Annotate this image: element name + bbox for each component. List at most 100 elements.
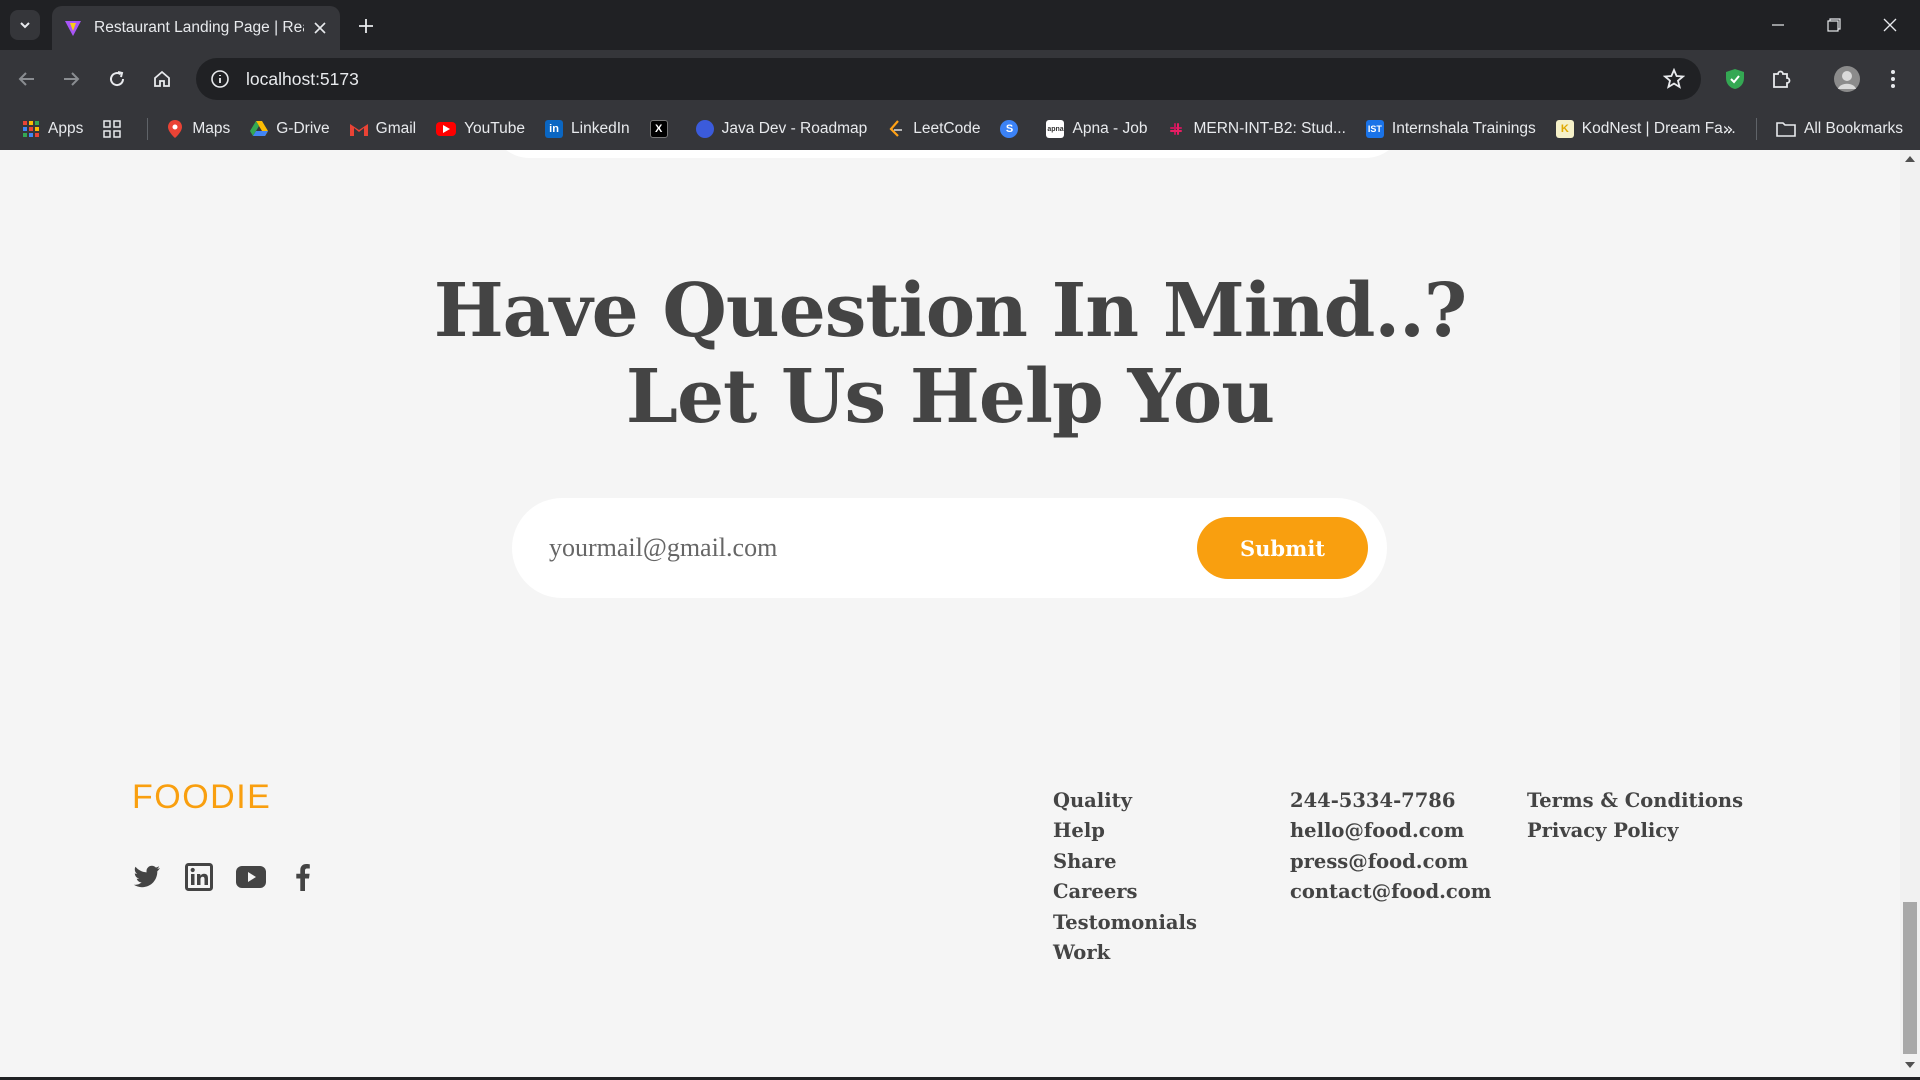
reload-button[interactable]: [102, 64, 132, 94]
close-icon: [1883, 18, 1897, 32]
bookmark-mern[interactable]: MERN-INT-B2: Stud...: [1167, 120, 1346, 138]
scroll-down-arrow-icon[interactable]: [1905, 1062, 1915, 1068]
newsletter-form: Submit: [512, 498, 1387, 598]
footer-logo[interactable]: FOODIE: [132, 778, 271, 817]
home-icon: [154, 70, 170, 87]
minimize-icon: [1772, 24, 1784, 26]
linkedin-icon[interactable]: [184, 862, 214, 892]
home-button[interactable]: [147, 64, 177, 94]
footer-link-share[interactable]: Share: [1053, 847, 1197, 877]
bookmark-gmail[interactable]: Gmail: [349, 120, 416, 138]
footer-legal: Terms & Conditions Privacy Policy: [1527, 786, 1743, 847]
puzzle-icon: [1773, 70, 1791, 88]
submit-button[interactable]: Submit: [1197, 517, 1368, 579]
shield-icon: [1726, 69, 1744, 89]
active-tab[interactable]: Restaurant Landing Page | React: [52, 6, 340, 50]
bookmark-apps[interactable]: Apps: [22, 120, 83, 138]
footer-link-work[interactable]: Work: [1053, 938, 1197, 968]
tab-search-button[interactable]: [10, 10, 40, 40]
roadmap-icon: [695, 120, 714, 138]
x-icon: X: [649, 120, 668, 138]
folder-icon: [1776, 122, 1796, 137]
bookmark-kodnest[interactable]: K KodNest | Dream Fa...: [1555, 120, 1736, 138]
kebab-menu-icon: [1891, 70, 1895, 88]
bookmark-grid[interactable]: [103, 120, 129, 138]
youtube-icon: [436, 122, 457, 136]
kodnest-icon: K: [1555, 120, 1574, 138]
bookmark-java-roadmap[interactable]: Java Dev - Roadmap: [695, 120, 867, 138]
shield-extension-button[interactable]: [1720, 64, 1750, 94]
heading-line-1: Have Question In Mind..?: [433, 268, 1468, 354]
close-tab-icon[interactable]: [310, 18, 330, 38]
footer-link-terms[interactable]: Terms & Conditions: [1527, 786, 1743, 816]
bookmarks-bar: Apps Maps G-Drive Gmail YouTube in Linke…: [0, 108, 1920, 150]
back-arrow-icon: [18, 72, 34, 86]
scrollbar-thumb[interactable]: [1903, 902, 1917, 1054]
more-bookmarks-button[interactable]: »: [1716, 117, 1740, 141]
s-icon: S: [1000, 120, 1019, 138]
tab-strip: Restaurant Landing Page | React: [0, 0, 1920, 50]
email-input[interactable]: [549, 533, 1159, 563]
forward-arrow-icon: [64, 72, 80, 86]
site-info-icon[interactable]: [208, 67, 232, 91]
footer-email-press[interactable]: press@food.com: [1290, 847, 1491, 877]
bookmark-separator: [1756, 118, 1757, 140]
footer-link-help[interactable]: Help: [1053, 816, 1197, 846]
profile-button[interactable]: [1832, 64, 1862, 94]
browser-toolbar: localhost:5173: [0, 50, 1920, 108]
forward-button[interactable]: [56, 64, 86, 94]
back-button[interactable]: [12, 64, 42, 94]
leetcode-icon: [887, 120, 905, 138]
drive-icon: [250, 120, 269, 138]
bookmark-gdrive[interactable]: G-Drive: [250, 120, 330, 138]
facebook-icon[interactable]: [288, 862, 318, 892]
bookmark-star-icon[interactable]: [1663, 68, 1685, 90]
twitter-icon[interactable]: [132, 862, 162, 892]
minimize-button[interactable]: [1750, 0, 1806, 50]
bookmark-youtube[interactable]: YouTube: [436, 120, 525, 138]
bookmark-internshala[interactable]: IST Internshala Trainings: [1365, 120, 1536, 138]
maps-icon: [166, 120, 184, 138]
apps-grid-icon: [22, 120, 40, 138]
all-bookmarks-button[interactable]: All Bookmarks: [1756, 108, 1903, 150]
restore-icon: [1827, 18, 1841, 32]
ist-icon: IST: [1365, 120, 1384, 138]
footer-link-privacy[interactable]: Privacy Policy: [1527, 816, 1743, 846]
bookmark-separator: [147, 118, 149, 140]
footer-link-testimonials[interactable]: Testomonials: [1053, 908, 1197, 938]
bookmark-linkedin[interactable]: in LinkedIn: [545, 120, 630, 138]
bookmark-maps[interactable]: Maps: [166, 120, 230, 138]
bookmark-leetcode[interactable]: LeetCode: [887, 120, 980, 138]
social-links: [132, 862, 340, 892]
menu-button[interactable]: [1878, 64, 1908, 94]
plus-icon: [359, 19, 373, 33]
close-window-button[interactable]: [1862, 0, 1918, 50]
vite-favicon-icon: [65, 21, 81, 36]
extensions-button[interactable]: [1766, 64, 1796, 94]
youtube-icon[interactable]: [236, 862, 266, 892]
footer-email-hello[interactable]: hello@food.com: [1290, 816, 1491, 846]
reload-icon: [110, 71, 125, 87]
bookmark-s[interactable]: S: [1000, 120, 1026, 138]
restore-button[interactable]: [1806, 0, 1862, 50]
address-bar[interactable]: localhost:5173: [196, 58, 1701, 100]
heading-line-2: Let Us Help You: [625, 354, 1275, 440]
footer-phone[interactable]: 244-5334-7786: [1290, 786, 1491, 816]
footer-links-company: Quality Help Share Careers Testomonials …: [1053, 786, 1197, 968]
page-scrollbar[interactable]: [1900, 150, 1920, 1077]
footer-link-careers[interactable]: Careers: [1053, 877, 1197, 907]
chevron-down-icon: [20, 22, 30, 29]
scroll-up-arrow-icon[interactable]: [1905, 156, 1915, 162]
bookmark-x[interactable]: X: [649, 120, 676, 138]
gmail-icon: [349, 120, 368, 138]
bookmark-apna[interactable]: apna Apna - Job: [1046, 120, 1147, 138]
footer-link-quality[interactable]: Quality: [1053, 786, 1197, 816]
apna-icon: apna: [1046, 120, 1065, 138]
avatar-icon: [1834, 66, 1860, 92]
footer-contact: 244-5334-7786 hello@food.com press@food.…: [1290, 786, 1491, 908]
url-text: localhost:5173: [246, 68, 359, 89]
chevron-double-right-icon: »: [1722, 118, 1734, 140]
linkedin-icon: in: [545, 120, 564, 138]
new-tab-button[interactable]: [352, 12, 380, 40]
footer-email-contact[interactable]: contact@food.com: [1290, 877, 1491, 907]
